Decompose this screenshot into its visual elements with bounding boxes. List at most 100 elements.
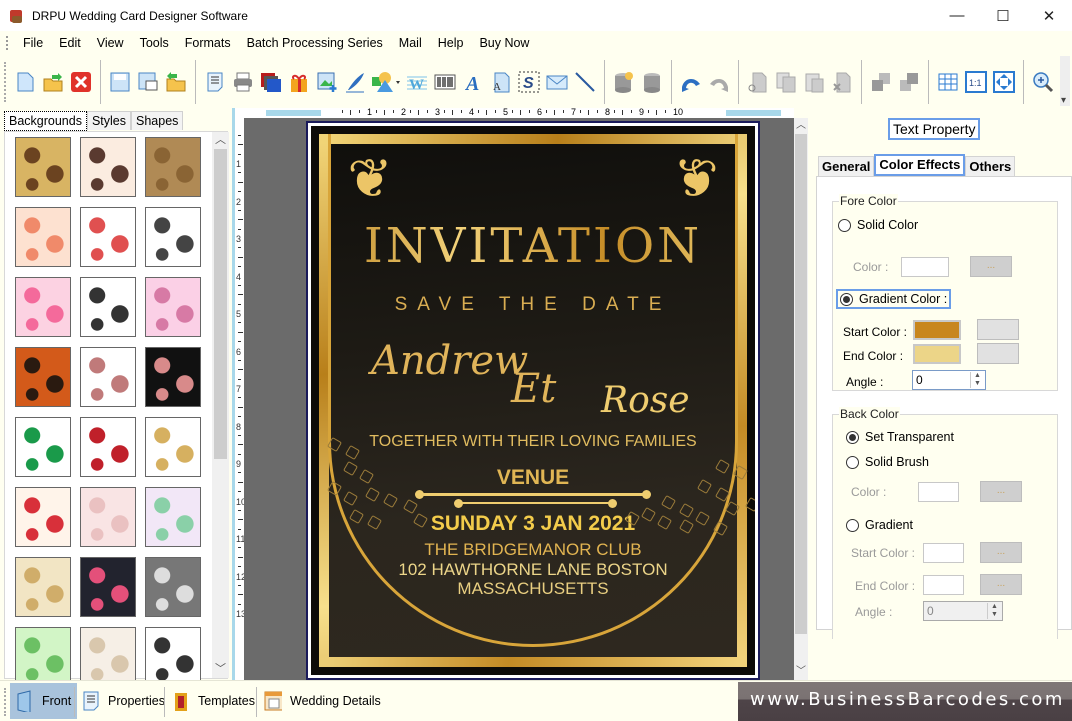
background-thumbnail-peach-flowers[interactable] <box>15 207 71 267</box>
start-color-swatch[interactable] <box>913 320 961 340</box>
toolbar-overflow-button[interactable] <box>1060 56 1070 106</box>
background-thumbnail-orange-ganesha[interactable] <box>15 347 71 407</box>
open-button[interactable] <box>40 69 66 95</box>
zoom-in-button[interactable] <box>1030 69 1056 95</box>
grid-button[interactable] <box>935 69 961 95</box>
tab-others[interactable]: Others <box>965 156 1016 176</box>
menu-formats[interactable]: Formats <box>177 31 239 55</box>
scroll-thumb[interactable] <box>795 134 807 634</box>
save-button[interactable] <box>107 69 133 95</box>
actual-size-button[interactable]: 1:1 <box>963 69 989 95</box>
menu-view[interactable]: View <box>89 31 132 55</box>
barcode-button[interactable] <box>432 69 458 95</box>
solid-brush-radio[interactable]: Solid Brush <box>846 455 929 469</box>
email-button[interactable] <box>544 69 570 95</box>
menu-help[interactable]: Help <box>430 31 472 55</box>
background-thumbnail-black-white-lace[interactable] <box>145 627 201 687</box>
scroll-down-icon[interactable]: ﹀ <box>212 661 229 678</box>
scroll-up-icon[interactable]: ︿ <box>794 118 808 134</box>
tab-properties[interactable]: Properties <box>76 683 171 719</box>
tab-color-effects[interactable]: Color Effects <box>874 154 966 176</box>
venue-address[interactable]: 102 HAWTHORNE LANE BOSTON <box>311 560 755 580</box>
fore-color-browse-button[interactable]: ... <box>970 256 1012 277</box>
solid-color-radio[interactable]: Solid Color <box>838 218 918 232</box>
background-thumbnail-butterfly-gold[interactable] <box>15 137 71 197</box>
minimize-button[interactable]: — <box>934 0 980 31</box>
background-thumbnail-rose-petals[interactable] <box>80 417 136 477</box>
scroll-down-icon[interactable]: ﹀ <box>794 664 808 680</box>
batch-print-button[interactable] <box>258 69 284 95</box>
symbol-button[interactable]: S <box>516 69 542 95</box>
menu-mail[interactable]: Mail <box>391 31 430 55</box>
background-thumbnail-red-hearts[interactable] <box>15 487 71 547</box>
save-as-button[interactable] <box>135 69 161 95</box>
menu-edit[interactable]: Edit <box>51 31 89 55</box>
background-thumbnail-paisley-lace[interactable] <box>80 137 136 197</box>
watermark-button[interactable]: W <box>404 69 430 95</box>
insert-image-button[interactable] <box>314 69 340 95</box>
scroll-up-icon[interactable]: ︿ <box>212 132 229 149</box>
maximize-button[interactable]: ☐ <box>980 0 1026 31</box>
close-file-button[interactable] <box>68 69 94 95</box>
end-color-swatch[interactable] <box>913 344 961 364</box>
background-thumbnail-outline-hearts[interactable] <box>80 207 136 267</box>
back-end-color-browse-button[interactable]: ... <box>980 574 1022 595</box>
set-transparent-radio[interactable]: Set Transparent <box>846 430 954 444</box>
gradient-radio[interactable]: Gradient <box>846 518 913 532</box>
venue-label[interactable]: VENUE <box>311 466 755 490</box>
tab-general[interactable]: General <box>818 156 875 176</box>
back-angle-spinner[interactable]: 0 ▲ ▼ <box>923 601 1003 621</box>
cut-button[interactable] <box>745 69 771 95</box>
menu-tools[interactable]: Tools <box>132 31 177 55</box>
background-thumbnail-black-floral[interactable] <box>145 347 201 407</box>
background-thumbnail-elephant-head[interactable] <box>80 347 136 407</box>
line-button[interactable] <box>572 69 598 95</box>
delete-button[interactable] <box>829 69 855 95</box>
background-thumbnail-tan-tiles[interactable] <box>145 137 201 197</box>
copy-button[interactable] <box>773 69 799 95</box>
venue-state[interactable]: MASSACHUSETTS <box>311 579 755 599</box>
menu-batch-processing[interactable]: Batch Processing Series <box>239 31 391 55</box>
background-thumbnail-dancing-couples[interactable] <box>80 277 136 337</box>
send-back-button[interactable] <box>896 69 922 95</box>
gradient-color-radio[interactable]: Gradient Color : <box>836 289 952 309</box>
menu-buy-now[interactable]: Buy Now <box>471 31 537 55</box>
print-button[interactable] <box>230 69 256 95</box>
background-thumbnail-green-vines[interactable] <box>15 627 71 687</box>
background-thumbnail-pale-pink-pattern[interactable] <box>80 487 136 547</box>
background-thumbnail-pink-hearts[interactable] <box>15 277 71 337</box>
menu-file[interactable]: File <box>15 31 51 55</box>
signature-button[interactable] <box>342 69 368 95</box>
tab-front[interactable]: Front <box>10 683 78 719</box>
gift-button[interactable] <box>286 69 312 95</box>
card-title[interactable]: INVITATION <box>311 218 755 274</box>
canvas-scrollbar[interactable]: ︿ ﹀ <box>794 118 808 680</box>
tab-backgrounds[interactable]: Backgrounds <box>4 111 87 131</box>
fore-angle-spinner[interactable]: 0 ▲ ▼ <box>912 370 986 390</box>
gallery-scrollbar[interactable]: ︿ ﹀ <box>212 132 229 678</box>
undo-button[interactable] <box>678 69 704 95</box>
export-button[interactable] <box>163 69 189 95</box>
background-thumbnail-leaf-ganesha[interactable] <box>15 417 71 477</box>
paste-button[interactable] <box>801 69 827 95</box>
groom-name[interactable]: Andrew <box>371 338 528 384</box>
new-button[interactable] <box>12 69 38 95</box>
background-thumbnail-grey-lace[interactable] <box>145 557 201 617</box>
redo-button[interactable] <box>706 69 732 95</box>
text-button[interactable]: A <box>460 69 486 95</box>
background-thumbnail-moon-star[interactable] <box>145 417 201 477</box>
text-file-button[interactable]: A <box>488 69 514 95</box>
right-flourish-icon[interactable]: ❦ <box>661 144 731 214</box>
database-list-button[interactable] <box>639 69 665 95</box>
venue-name[interactable]: THE BRIDGEMANOR CLUB <box>311 540 755 560</box>
background-thumbnail-mandala[interactable] <box>145 487 201 547</box>
close-button[interactable]: ✕ <box>1026 0 1072 31</box>
start-color-browse-button[interactable] <box>977 319 1019 340</box>
tab-wedding-details[interactable]: Wedding Details <box>258 683 387 719</box>
together-text[interactable]: TOGETHER WITH THEIR LOVING FAMILIES <box>311 433 755 451</box>
end-color-browse-button[interactable] <box>977 343 1019 364</box>
scroll-thumb[interactable] <box>214 149 227 459</box>
back-start-color-browse-button[interactable]: ... <box>980 542 1022 563</box>
tab-templates[interactable]: Templates <box>166 683 261 719</box>
back-color-browse-button[interactable]: ... <box>980 481 1022 502</box>
